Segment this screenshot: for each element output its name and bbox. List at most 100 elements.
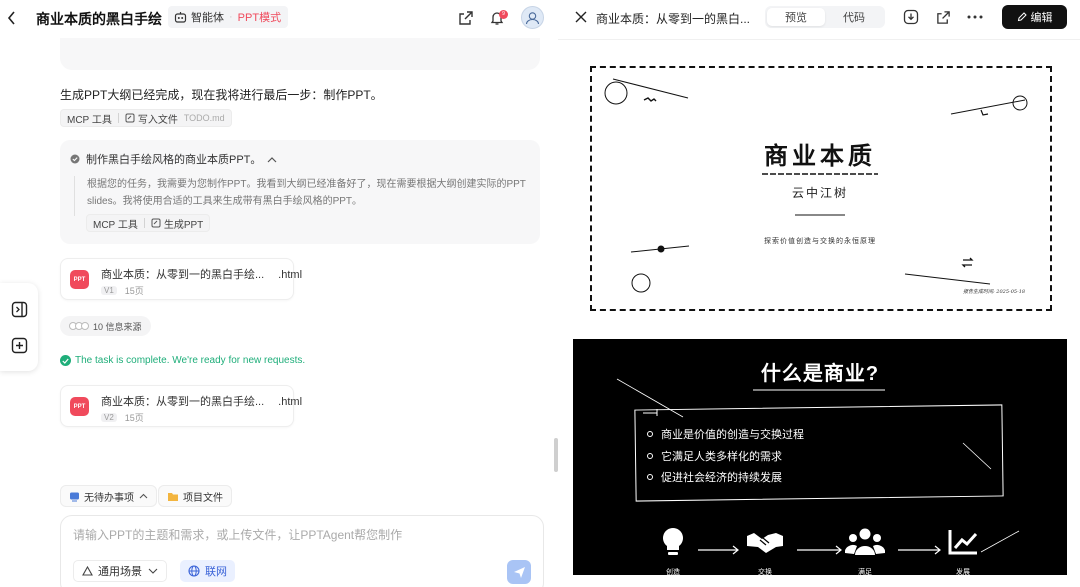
thinking-title: 制作黑白手绘风格的商业本质PPT。 [86, 154, 262, 166]
slide-1-date: 报告生成时间: 2025-05-18 [963, 289, 1026, 295]
file-version: V1 [101, 286, 117, 295]
project-files-label: 项目文件 [183, 492, 223, 504]
handshake-icon [745, 525, 785, 559]
triangle-scene-icon [82, 566, 93, 576]
notification-badge: 9 [499, 10, 508, 19]
status-message: The task is complete. We're ready for ne… [60, 355, 305, 366]
more-horizontal-icon [967, 15, 983, 19]
chat-header: 商业本质的黑白手绘 智能体 · PPT模式 9 [0, 0, 558, 36]
file-card-v1[interactable]: PPT 商业本质：从零到一的黑白手绘... .html V1 15页 [60, 258, 302, 300]
tab-preview[interactable]: 预览 [767, 8, 825, 26]
agent-mode-tag[interactable]: 智能体 · PPT模式 [168, 6, 289, 28]
prompt-input-box[interactable]: 请输入PPT的主题和需求，或上传文件，让PPTAgent帮您制作 通用场景 联网 [60, 515, 544, 587]
scene-label: 通用场景 [98, 566, 142, 578]
file-name-text: 商业本质：从零到一的黑白手绘... [101, 396, 265, 408]
view-tabs: 预览 代码 [765, 6, 885, 28]
slide-2[interactable]: 什么是商业? 商业是价值的创造与交换过程 它满足人类多样化的需求 促进社会经济的… [573, 339, 1067, 575]
previous-message-bubble [60, 38, 540, 70]
page-title: 商业本质的黑白手绘 [36, 11, 162, 27]
bullet-text: 促进社会经济的持续发展 [661, 472, 782, 484]
send-button[interactable] [507, 560, 531, 584]
source-avatars-icon [69, 322, 89, 330]
tool-call-chip[interactable]: MCP 工具 写入文件 TODO.md [60, 109, 232, 127]
flow-label: 交换 [758, 569, 772, 575]
project-files-button[interactable]: 项目文件 [158, 485, 232, 507]
send-icon [513, 566, 525, 578]
flow-label: 创造 [666, 569, 680, 575]
new-chat-button[interactable] [8, 334, 30, 356]
agent-label: 智能体 [191, 12, 224, 24]
users-icon [845, 525, 885, 559]
thinking-body: 根据您的任务，我需要为您制作PPT。我看到大纲已经准备好了，现在需要根据大纲创建… [74, 176, 530, 216]
ppt-file-icon: PPT [70, 270, 89, 289]
avatar[interactable] [521, 6, 544, 29]
thinking-header[interactable]: 制作黑白手绘风格的商业本质PPT。 [70, 151, 277, 167]
back-button[interactable] [5, 8, 17, 28]
tool-action: 生成PPT [163, 219, 204, 231]
slide-1[interactable]: 商业本质 云中江树 探索价值创造与交换的永恒原理 报告生成时间: 2025-05… [573, 52, 1067, 322]
bullet-circle-icon [647, 453, 653, 459]
panel-toggle-icon [11, 301, 27, 317]
chat-panel: 商业本质的黑白手绘 智能体 · PPT模式 9 生成PPT大纲已经完成，现在我将… [0, 0, 558, 587]
mode-label: PPT模式 [237, 12, 282, 24]
status-text: The task is complete. We're ready for ne… [75, 355, 306, 366]
todo-dropdown[interactable]: 无待办事项 [60, 485, 157, 507]
download-button[interactable] [902, 8, 920, 26]
chip-divider [143, 218, 145, 228]
check-circle-icon [70, 154, 80, 164]
chevron-down-icon [148, 568, 158, 574]
chevron-up-icon [139, 493, 148, 499]
download-icon [903, 9, 919, 25]
sources-chip[interactable]: 10 信息来源 [60, 316, 151, 336]
open-external-button[interactable] [934, 8, 952, 26]
bullet-circle-icon [647, 431, 653, 437]
chip-divider [117, 113, 119, 123]
tool-call-chip-2[interactable]: MCP 工具 生成PPT [86, 214, 211, 232]
chevron-up-icon [267, 156, 277, 162]
thinking-text: 根据您的任务，我需要为您制作PPT。我看到大纲已经准备好了，现在需要根据大纲创建… [87, 179, 526, 207]
flow-label: 发展 [956, 569, 970, 575]
share-button[interactable] [456, 8, 476, 28]
tab-code[interactable]: 代码 [825, 8, 883, 26]
preview-header: 商业本质：从零到一的黑白... 预览 代码 编辑 [558, 0, 1080, 40]
edit-label: 编辑 [1030, 12, 1053, 24]
ppt-file-icon: PPT [70, 397, 89, 416]
file-card-v2[interactable]: PPT 商业本质：从零到一的黑白手绘... .html V2 15页 [60, 385, 302, 427]
tool-name: MCP 工具 [67, 114, 112, 126]
file-meta: V1 15页 [101, 284, 144, 297]
file-pages: 15页 [124, 286, 144, 296]
thinking-block: 制作黑白手绘风格的商业本质PPT。 根据您的任务，我需要为您制作PPT。我看到大… [60, 140, 540, 244]
tag-separator: · [229, 11, 233, 23]
todo-icon [69, 491, 80, 502]
chart-line-icon [943, 525, 983, 559]
file-meta: V2 15页 [101, 411, 144, 424]
file-version: V2 [101, 413, 117, 422]
web-search-toggle[interactable]: 联网 [180, 560, 235, 582]
slide-2-bullet: 它满足人类多样化的需求 [647, 448, 782, 464]
check-circle-icon [60, 355, 71, 366]
slide-1-subtitle: 探索价值创造与交换的永恒原理 [764, 237, 876, 245]
robot-icon [174, 12, 187, 23]
slide-2-bullet: 商业是价值的创造与交换过程 [647, 426, 804, 442]
edit-button[interactable]: 编辑 [1002, 5, 1067, 29]
toggle-panel-button[interactable] [8, 298, 30, 320]
slide-2-title: 什么是商业? [760, 363, 880, 385]
app-root: 商业本质的黑白手绘 智能体 · PPT模式 9 生成PPT大纲已经完成，现在我将… [0, 0, 1080, 587]
globe-icon [188, 565, 200, 577]
generate-icon [151, 218, 161, 228]
file-ext: .html [278, 269, 303, 281]
external-link-icon [936, 10, 950, 24]
file-pages: 15页 [124, 413, 144, 423]
prompt-input[interactable]: 请输入PPT的主题和需求，或上传文件，让PPTAgent帮您制作 [73, 526, 402, 543]
file-name: 商业本质：从零到一的黑白手绘... .html [101, 393, 302, 409]
flow-label: 满足 [858, 569, 872, 575]
file-ext: .html [278, 396, 303, 408]
bullet-text: 它满足人类多样化的需求 [661, 451, 782, 463]
tool-action: 写入文件 [137, 114, 178, 126]
slide-1-author: 云中江树 [791, 186, 848, 200]
close-icon[interactable] [574, 10, 588, 24]
preview-panel: 商业本质：从零到一的黑白... 预览 代码 编辑 商业本质 云中江树 探索价值创… [558, 0, 1080, 587]
more-button[interactable] [966, 8, 984, 26]
scene-selector[interactable]: 通用场景 [73, 560, 167, 582]
plus-square-icon [11, 337, 27, 353]
